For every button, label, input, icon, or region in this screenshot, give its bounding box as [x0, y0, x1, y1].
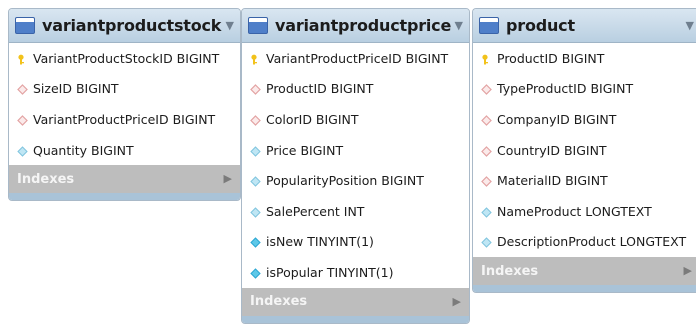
nullable-column-icon [250, 145, 261, 157]
column-label: ColorID BIGINT [266, 111, 359, 127]
column-row[interactable]: MaterialID BIGINT [473, 165, 696, 196]
table-header[interactable]: product ▼ [473, 9, 696, 43]
column-label: ProductID BIGINT [497, 50, 605, 66]
column-row[interactable]: CountryID BIGINT [473, 135, 696, 166]
chevron-down-icon[interactable]: ▼ [226, 19, 234, 32]
indexes-section[interactable]: Indexes ▶ [242, 287, 469, 316]
column-row[interactable]: ProductID BIGINT [242, 74, 469, 105]
column-label: CompanyID BIGINT [497, 111, 617, 127]
primary-key-icon [481, 53, 492, 65]
table-product[interactable]: product ▼ ProductID BIGINT TypeProductID… [472, 8, 696, 294]
column-label: DescriptionProduct LONGTEXT [497, 234, 687, 250]
column-row[interactable]: SalePercent INT [242, 196, 469, 227]
column-row[interactable]: DescriptionProduct LONGTEXT [473, 227, 696, 258]
column-row[interactable]: Price BIGINT [242, 135, 469, 166]
table-variantproductstock[interactable]: variantproductstock ▼ VariantProductStoc… [8, 8, 241, 202]
column-label: NameProduct LONGTEXT [497, 203, 652, 219]
indexes-label: Indexes [481, 263, 539, 279]
nullable-column-icon [250, 206, 261, 218]
foreign-key-icon [481, 114, 492, 126]
table-footer [242, 315, 469, 323]
nullable-column-icon [481, 206, 492, 218]
table-icon [479, 17, 499, 34]
primary-key-icon [17, 53, 28, 65]
column-row[interactable]: CompanyID BIGINT [473, 104, 696, 135]
foreign-key-icon [481, 145, 492, 157]
column-label: isNew TINYINT(1) [266, 234, 374, 250]
foreign-key-icon [17, 114, 28, 126]
column-row[interactable]: SizeID BIGINT [9, 74, 240, 105]
expand-arrow-icon[interactable]: ▶ [684, 264, 692, 277]
table-footer [473, 285, 696, 293]
foreign-key-icon [481, 83, 492, 96]
primary-key-icon [250, 53, 261, 65]
table-icon [248, 17, 268, 34]
not-null-column-icon [250, 236, 261, 249]
indexes-label: Indexes [250, 294, 308, 310]
column-label: TypeProductID BIGINT [497, 81, 634, 97]
table-variantproductprice[interactable]: variantproductprice ▼ VariantProductPric… [241, 8, 470, 324]
table-header[interactable]: variantproductstock ▼ [9, 9, 240, 43]
column-label: SizeID BIGINT [33, 81, 119, 97]
column-row[interactable]: VariantProductPriceID BIGINT [9, 104, 240, 135]
foreign-key-icon [481, 175, 492, 188]
expand-arrow-icon[interactable]: ▶ [224, 172, 232, 185]
nullable-column-icon [250, 175, 261, 187]
column-label: VariantProductPriceID BIGINT [33, 111, 216, 127]
column-label: CountryID BIGINT [497, 142, 607, 158]
column-row[interactable]: ProductID BIGINT [473, 43, 696, 74]
foreign-key-icon [250, 83, 261, 96]
column-label: isPopular TINYINT(1) [266, 264, 394, 280]
column-row[interactable]: Quantity BIGINT [9, 135, 240, 166]
chevron-down-icon[interactable]: ▼ [455, 19, 463, 32]
column-label: ProductID BIGINT [266, 81, 374, 97]
foreign-key-icon [250, 114, 261, 126]
column-row[interactable]: VariantProductPriceID BIGINT [242, 43, 469, 74]
table-icon [15, 17, 35, 34]
table-header[interactable]: variantproductprice ▼ [242, 9, 469, 43]
table-title: variantproductstock [42, 16, 222, 35]
column-label: Price BIGINT [266, 142, 344, 158]
column-label: SalePercent INT [266, 203, 365, 219]
table-footer [9, 193, 240, 201]
column-label: VariantProductStockID BIGINT [33, 50, 220, 66]
column-label: PopularityPosition BIGINT [266, 173, 424, 189]
indexes-section[interactable]: Indexes ▶ [9, 165, 240, 194]
column-row[interactable]: isNew TINYINT(1) [242, 227, 469, 258]
not-null-column-icon [250, 267, 261, 279]
column-row[interactable]: VariantProductStockID BIGINT [9, 43, 240, 74]
column-row[interactable]: ColorID BIGINT [242, 104, 469, 135]
foreign-key-icon [17, 83, 28, 96]
column-label: Quantity BIGINT [33, 142, 134, 158]
table-title: product [506, 16, 575, 35]
expand-arrow-icon[interactable]: ▶ [453, 295, 461, 308]
indexes-label: Indexes [17, 171, 75, 187]
column-row[interactable]: PopularityPosition BIGINT [242, 165, 469, 196]
indexes-section[interactable]: Indexes ▶ [473, 257, 696, 286]
table-title: variantproductprice [275, 16, 452, 35]
chevron-down-icon[interactable]: ▼ [686, 19, 694, 32]
nullable-column-icon [481, 236, 492, 249]
nullable-column-icon [17, 145, 28, 157]
column-row[interactable]: TypeProductID BIGINT [473, 74, 696, 105]
column-row[interactable]: NameProduct LONGTEXT [473, 196, 696, 227]
column-label: MaterialID BIGINT [497, 173, 608, 189]
column-label: VariantProductPriceID BIGINT [266, 50, 449, 66]
column-row[interactable]: isPopular TINYINT(1) [242, 257, 469, 288]
